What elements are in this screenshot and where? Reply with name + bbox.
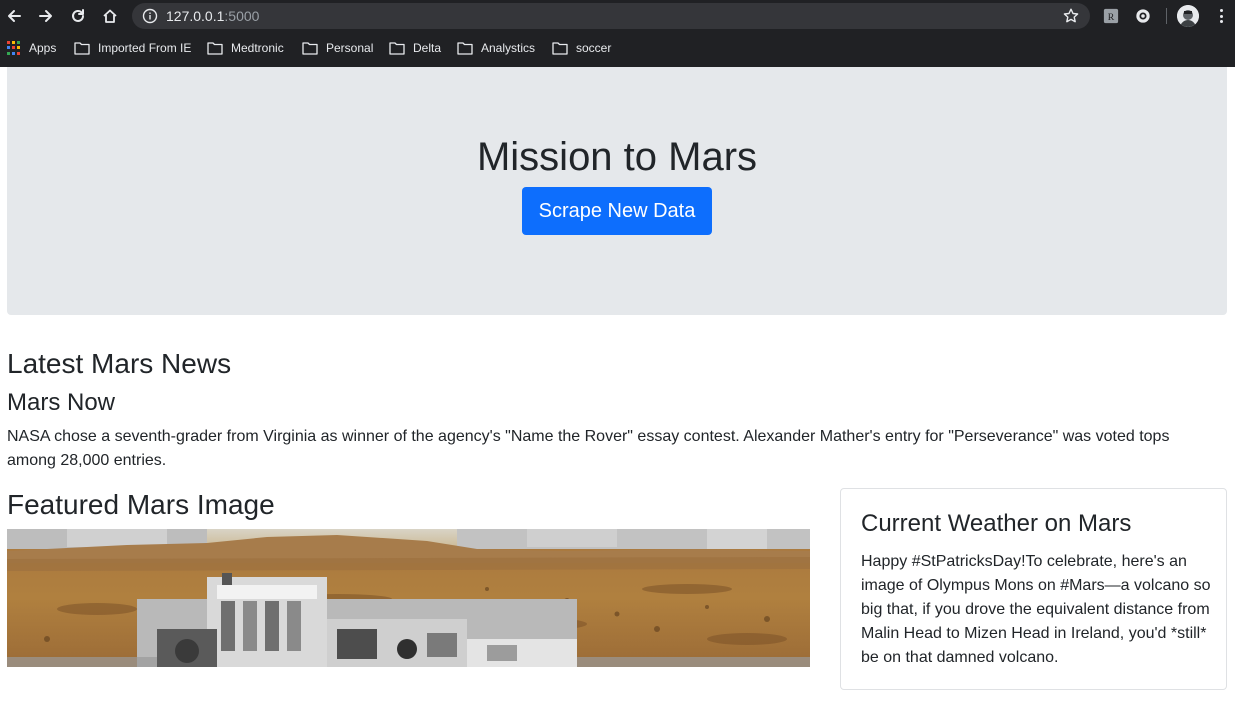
home-icon[interactable]	[98, 4, 122, 28]
bookmark-personal[interactable]: Personal	[302, 36, 373, 60]
svg-text:R: R	[1108, 12, 1115, 23]
bookmark-label: Delta	[413, 41, 442, 55]
folder-icon	[389, 42, 405, 55]
folder-icon	[207, 42, 223, 55]
url-port: :5000	[224, 8, 260, 24]
weather-heading: Current Weather on Mars	[861, 510, 1132, 537]
browser-chrome: 127.0.0.1:5000 R Apps Imported From IE M…	[0, 0, 1235, 67]
url-host: 127.0.0.1	[166, 8, 225, 24]
extension-icon[interactable]	[1134, 7, 1152, 25]
info-icon[interactable]	[142, 8, 158, 24]
news-paragraph: NASA chose a seventh-grader from Virgini…	[7, 428, 1170, 469]
bookmark-medtronic[interactable]: Medtronic	[207, 36, 284, 60]
browser-toolbar: 127.0.0.1:5000 R	[0, 0, 1235, 32]
bookmark-analystics[interactable]: Analystics	[457, 36, 535, 60]
jumbotron-header: Mission to Mars Scrape New Data	[7, 67, 1227, 315]
back-icon[interactable]	[2, 4, 26, 28]
news-title: Mars Now	[7, 389, 116, 416]
extension-icon[interactable]: R	[1102, 7, 1120, 25]
menu-icon[interactable]	[1212, 7, 1230, 25]
folder-icon	[302, 42, 318, 55]
page-title: Mission to Mars	[476, 135, 758, 179]
apps-grid-icon	[7, 41, 21, 55]
bookmark-label: Analystics	[481, 41, 536, 55]
folder-icon	[74, 42, 90, 55]
weather-text: Happy #StPatricksDay!To celebrate, here'…	[861, 553, 1211, 666]
bookmark-delta[interactable]: Delta	[389, 36, 441, 60]
bookmarks-bar: Apps Imported From IE Medtronic Personal…	[0, 36, 1235, 60]
bookmark-imported-from-ie[interactable]: Imported From IE	[74, 36, 191, 60]
profile-avatar[interactable]	[1177, 5, 1199, 27]
bookmark-label: Personal	[326, 41, 374, 55]
toolbar-divider	[1166, 8, 1167, 24]
folder-icon	[552, 42, 568, 55]
weather-card: Current Weather on Mars Happy #StPatrick…	[840, 488, 1227, 690]
forward-icon[interactable]	[34, 4, 58, 28]
bookmark-label: Medtronic	[231, 41, 284, 55]
url-text[interactable]: 127.0.0.1:5000	[166, 8, 259, 24]
star-icon[interactable]	[1062, 7, 1080, 25]
bookmark-apps[interactable]: Apps	[7, 36, 56, 60]
reload-icon[interactable]	[66, 4, 90, 28]
bookmark-label: Imported From IE	[98, 41, 192, 55]
address-bar[interactable]: 127.0.0.1:5000	[132, 3, 1090, 29]
bookmark-soccer[interactable]: soccer	[552, 36, 611, 60]
folder-icon	[457, 42, 473, 55]
news-section-heading: Latest Mars News	[7, 348, 232, 379]
bookmark-label: soccer	[576, 41, 612, 55]
bookmark-label: Apps	[29, 41, 57, 55]
scrape-new-data-button[interactable]: Scrape New Data	[522, 187, 712, 235]
featured-image-heading: Featured Mars Image	[7, 489, 275, 520]
featured-mars-image	[7, 529, 810, 667]
